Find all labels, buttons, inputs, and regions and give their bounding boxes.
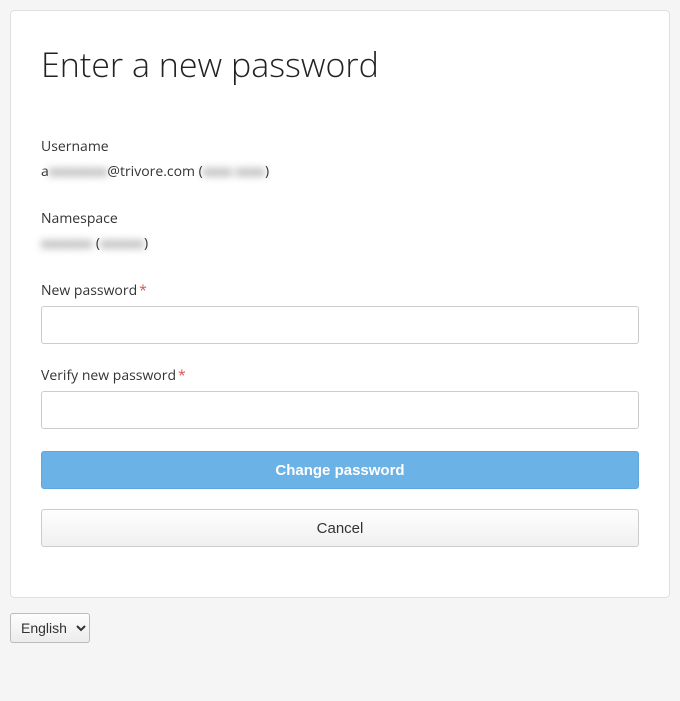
required-asterisk: * (139, 281, 147, 300)
username-mid: @trivore.com ( (107, 162, 202, 181)
username-suffix: ) (265, 162, 269, 181)
new-password-label: New password* (41, 281, 639, 300)
namespace-label: Namespace (41, 209, 639, 228)
username-value: axxxxxxxx@trivore.com (xxxx xxxx) (41, 162, 639, 181)
namespace-blur-1: xxxxxxx (41, 234, 92, 253)
username-blur-2: xxxx xxxx (203, 162, 265, 181)
required-asterisk: * (178, 366, 186, 385)
password-reset-card: Enter a new password Username axxxxxxxx@… (10, 10, 670, 598)
verify-password-label-text: Verify new password (41, 366, 176, 385)
namespace-blur-2: xxxxxx (100, 234, 144, 253)
username-label: Username (41, 137, 639, 156)
verify-password-input[interactable] (41, 391, 639, 429)
new-password-group: New password* (41, 281, 639, 344)
namespace-suffix: ) (144, 234, 148, 253)
verify-password-label: Verify new password* (41, 366, 639, 385)
namespace-value: xxxxxxx (xxxxxx) (41, 234, 639, 253)
username-blur-1: xxxxxxxx (49, 162, 108, 181)
username-prefix: a (41, 162, 49, 181)
language-select[interactable]: English (10, 613, 90, 643)
language-selector-wrap: English (10, 613, 670, 643)
verify-password-group: Verify new password* (41, 366, 639, 429)
change-password-button[interactable]: Change password (41, 451, 639, 489)
namespace-block: Namespace xxxxxxx (xxxxxx) (41, 209, 639, 253)
username-block: Username axxxxxxxx@trivore.com (xxxx xxx… (41, 137, 639, 181)
new-password-label-text: New password (41, 281, 137, 300)
namespace-mid: ( (92, 234, 100, 253)
cancel-button[interactable]: Cancel (41, 509, 639, 547)
new-password-input[interactable] (41, 306, 639, 344)
page-title: Enter a new password (41, 41, 639, 87)
